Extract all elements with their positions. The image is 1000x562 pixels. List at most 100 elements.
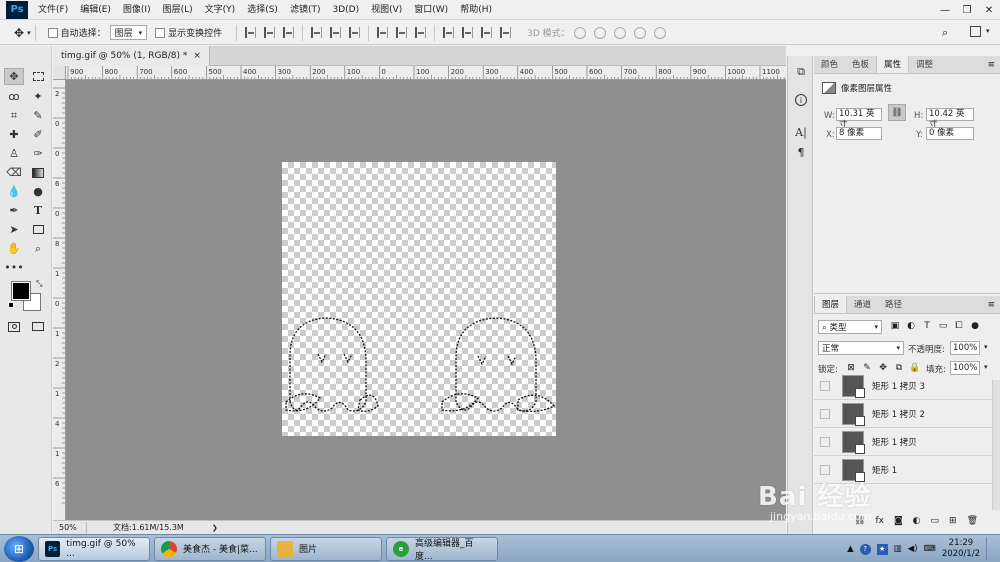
x-position-field[interactable]: 8 像素	[836, 127, 882, 140]
eyedropper-tool-icon[interactable]: ✎	[28, 107, 48, 124]
character-panel-icon[interactable]: A|	[793, 124, 809, 140]
history-panel-icon[interactable]: ⧉	[793, 64, 809, 80]
panel-menu-icon[interactable]: ≡	[987, 296, 1000, 313]
tab-layers[interactable]: 图层	[814, 296, 848, 313]
auto-align-icon[interactable]	[500, 27, 512, 38]
menu-help[interactable]: 帮助(H)	[454, 0, 498, 20]
brush-tool-icon[interactable]: ✐	[28, 126, 48, 143]
rectangle-tool-icon[interactable]	[28, 221, 48, 238]
distribute-top-icon[interactable]	[377, 27, 389, 38]
layer-style-icon[interactable]: fx	[875, 516, 884, 526]
taskbar-photoshop[interactable]: Ps timg.gif @ 50% ...	[38, 536, 150, 561]
tab-swatches[interactable]: 色板	[845, 56, 876, 73]
width-field[interactable]: 10.31 英寸	[836, 108, 882, 130]
close-button[interactable]: ✕	[978, 0, 1000, 20]
minimize-button[interactable]: —	[934, 0, 956, 20]
lasso-tool-icon[interactable]: ꝏ	[4, 88, 24, 105]
show-transform-checkbox[interactable]	[155, 27, 166, 38]
tab-adjustments[interactable]: 调整	[909, 56, 940, 73]
distribute-hcenter-icon[interactable]	[462, 27, 474, 38]
filter-pixel-icon[interactable]: ▣	[890, 321, 900, 331]
filter-shape-icon[interactable]: ▭	[938, 321, 948, 331]
info-panel-icon[interactable]: i	[795, 94, 807, 106]
tab-color[interactable]: 颜色	[814, 56, 845, 73]
filter-toggle-icon[interactable]: ●	[970, 321, 980, 331]
roll-3d-icon[interactable]	[593, 26, 606, 39]
magic-wand-tool-icon[interactable]: ✦	[28, 88, 48, 105]
hand-tool-icon[interactable]: ✋	[4, 240, 24, 257]
tray-help-icon[interactable]: ?	[859, 543, 871, 555]
link-dimensions-icon[interactable]: ⛓	[888, 104, 906, 121]
layer-row[interactable]: 矩形 1	[814, 456, 992, 484]
menu-3d[interactable]: 3D(D)	[326, 0, 365, 20]
blur-tool-icon[interactable]: 💧	[4, 183, 24, 200]
taskbar-browser[interactable]: e 高级编辑器_百度...	[386, 536, 498, 562]
tab-properties[interactable]: 属性	[876, 56, 910, 73]
align-left-icon[interactable]	[311, 27, 323, 38]
status-menu-arrow-icon[interactable]: ❯	[212, 524, 218, 532]
zoom-tool-icon[interactable]: ⌕	[28, 240, 48, 257]
blend-mode-dropdown[interactable]: 正常 ▾	[818, 341, 904, 355]
taskbar-folder[interactable]: 图片	[270, 536, 382, 561]
filter-type-icon[interactable]: T	[922, 321, 932, 331]
edit-toolbar-icon[interactable]: •••	[4, 259, 24, 276]
tray-expand-icon[interactable]: ▲	[847, 544, 854, 554]
menu-view[interactable]: 视图(V)	[365, 0, 408, 20]
chevron-down-icon[interactable]: ▾	[984, 343, 988, 351]
gradient-tool-icon[interactable]	[28, 164, 48, 181]
menu-image[interactable]: 图像(I)	[117, 0, 157, 20]
chevron-down-icon[interactable]: ▾	[984, 363, 988, 371]
layer-row[interactable]: 矩形 1 拷贝 3	[814, 372, 992, 400]
path-selection-tool-icon[interactable]: ➤	[4, 221, 24, 238]
start-button[interactable]: ⊞	[4, 535, 34, 562]
new-layer-icon[interactable]: ⊞	[949, 516, 957, 526]
type-tool-icon[interactable]: T	[28, 202, 48, 219]
chevron-down-icon[interactable]: ▾	[27, 29, 31, 37]
visibility-toggle-icon[interactable]	[820, 464, 830, 475]
menu-type[interactable]: 文字(Y)	[199, 0, 242, 20]
y-position-field[interactable]: 0 像素	[926, 127, 974, 140]
visibility-toggle-icon[interactable]	[820, 408, 830, 419]
align-right-icon[interactable]	[349, 27, 361, 38]
system-clock[interactable]: 21:29 2020/1/2	[942, 538, 980, 560]
auto-select-dropdown[interactable]: 图层 ▾	[109, 25, 148, 40]
filter-smart-object-icon[interactable]: ⧠	[954, 321, 964, 331]
paragraph-panel-icon[interactable]: ¶	[793, 144, 809, 160]
filter-adjustment-icon[interactable]: ◐	[906, 321, 916, 331]
tab-channels[interactable]: 通道	[847, 296, 878, 313]
layers-scrollbar[interactable]	[992, 380, 1000, 510]
delete-layer-icon[interactable]: 🗑	[967, 516, 978, 526]
align-bottom-icon[interactable]	[283, 27, 295, 38]
move-tool-icon[interactable]: ✥	[4, 68, 24, 85]
auto-select-checkbox[interactable]	[47, 27, 58, 38]
slide-3d-icon[interactable]	[633, 26, 646, 39]
panel-menu-icon[interactable]: ≡	[987, 56, 1000, 73]
show-desktop-button[interactable]	[986, 537, 994, 561]
distribute-right-icon[interactable]	[481, 27, 493, 38]
canvas-area[interactable]	[66, 80, 786, 520]
swap-colors-icon[interactable]: ⤡	[36, 279, 42, 289]
align-top-icon[interactable]	[245, 27, 257, 38]
document-canvas[interactable]	[282, 162, 556, 436]
chevron-down-icon[interactable]: ▾	[986, 27, 990, 35]
marquee-tool-icon[interactable]	[28, 68, 48, 85]
search-icon[interactable]: ⌕	[942, 26, 948, 40]
layer-filter-dropdown[interactable]: ⌕ 类型 ▾	[818, 320, 882, 334]
move-tool-preset-icon[interactable]: ✥	[14, 26, 24, 40]
orbit-3d-icon[interactable]	[573, 26, 586, 39]
taskbar-chrome[interactable]: 美食杰 - 美食|菜...	[154, 536, 266, 561]
pan-3d-icon[interactable]	[613, 26, 626, 39]
add-mask-icon[interactable]: ◙	[894, 516, 903, 526]
menu-edit[interactable]: 编辑(E)	[74, 0, 117, 20]
crop-tool-icon[interactable]: ⌗	[4, 107, 24, 124]
new-adjustment-icon[interactable]: ◐	[913, 516, 921, 526]
ruler-origin[interactable]	[53, 66, 66, 80]
quick-mask-icon[interactable]	[4, 318, 24, 335]
close-tab-icon[interactable]: ×	[193, 51, 201, 61]
tab-paths[interactable]: 路径	[878, 296, 909, 313]
menu-filter[interactable]: 滤镜(T)	[284, 0, 327, 20]
restore-button[interactable]: ❐	[956, 0, 978, 20]
layer-row[interactable]: 矩形 1 拷贝 2	[814, 400, 992, 428]
menu-select[interactable]: 选择(S)	[241, 0, 284, 20]
align-vcenter-icon[interactable]	[264, 27, 276, 38]
